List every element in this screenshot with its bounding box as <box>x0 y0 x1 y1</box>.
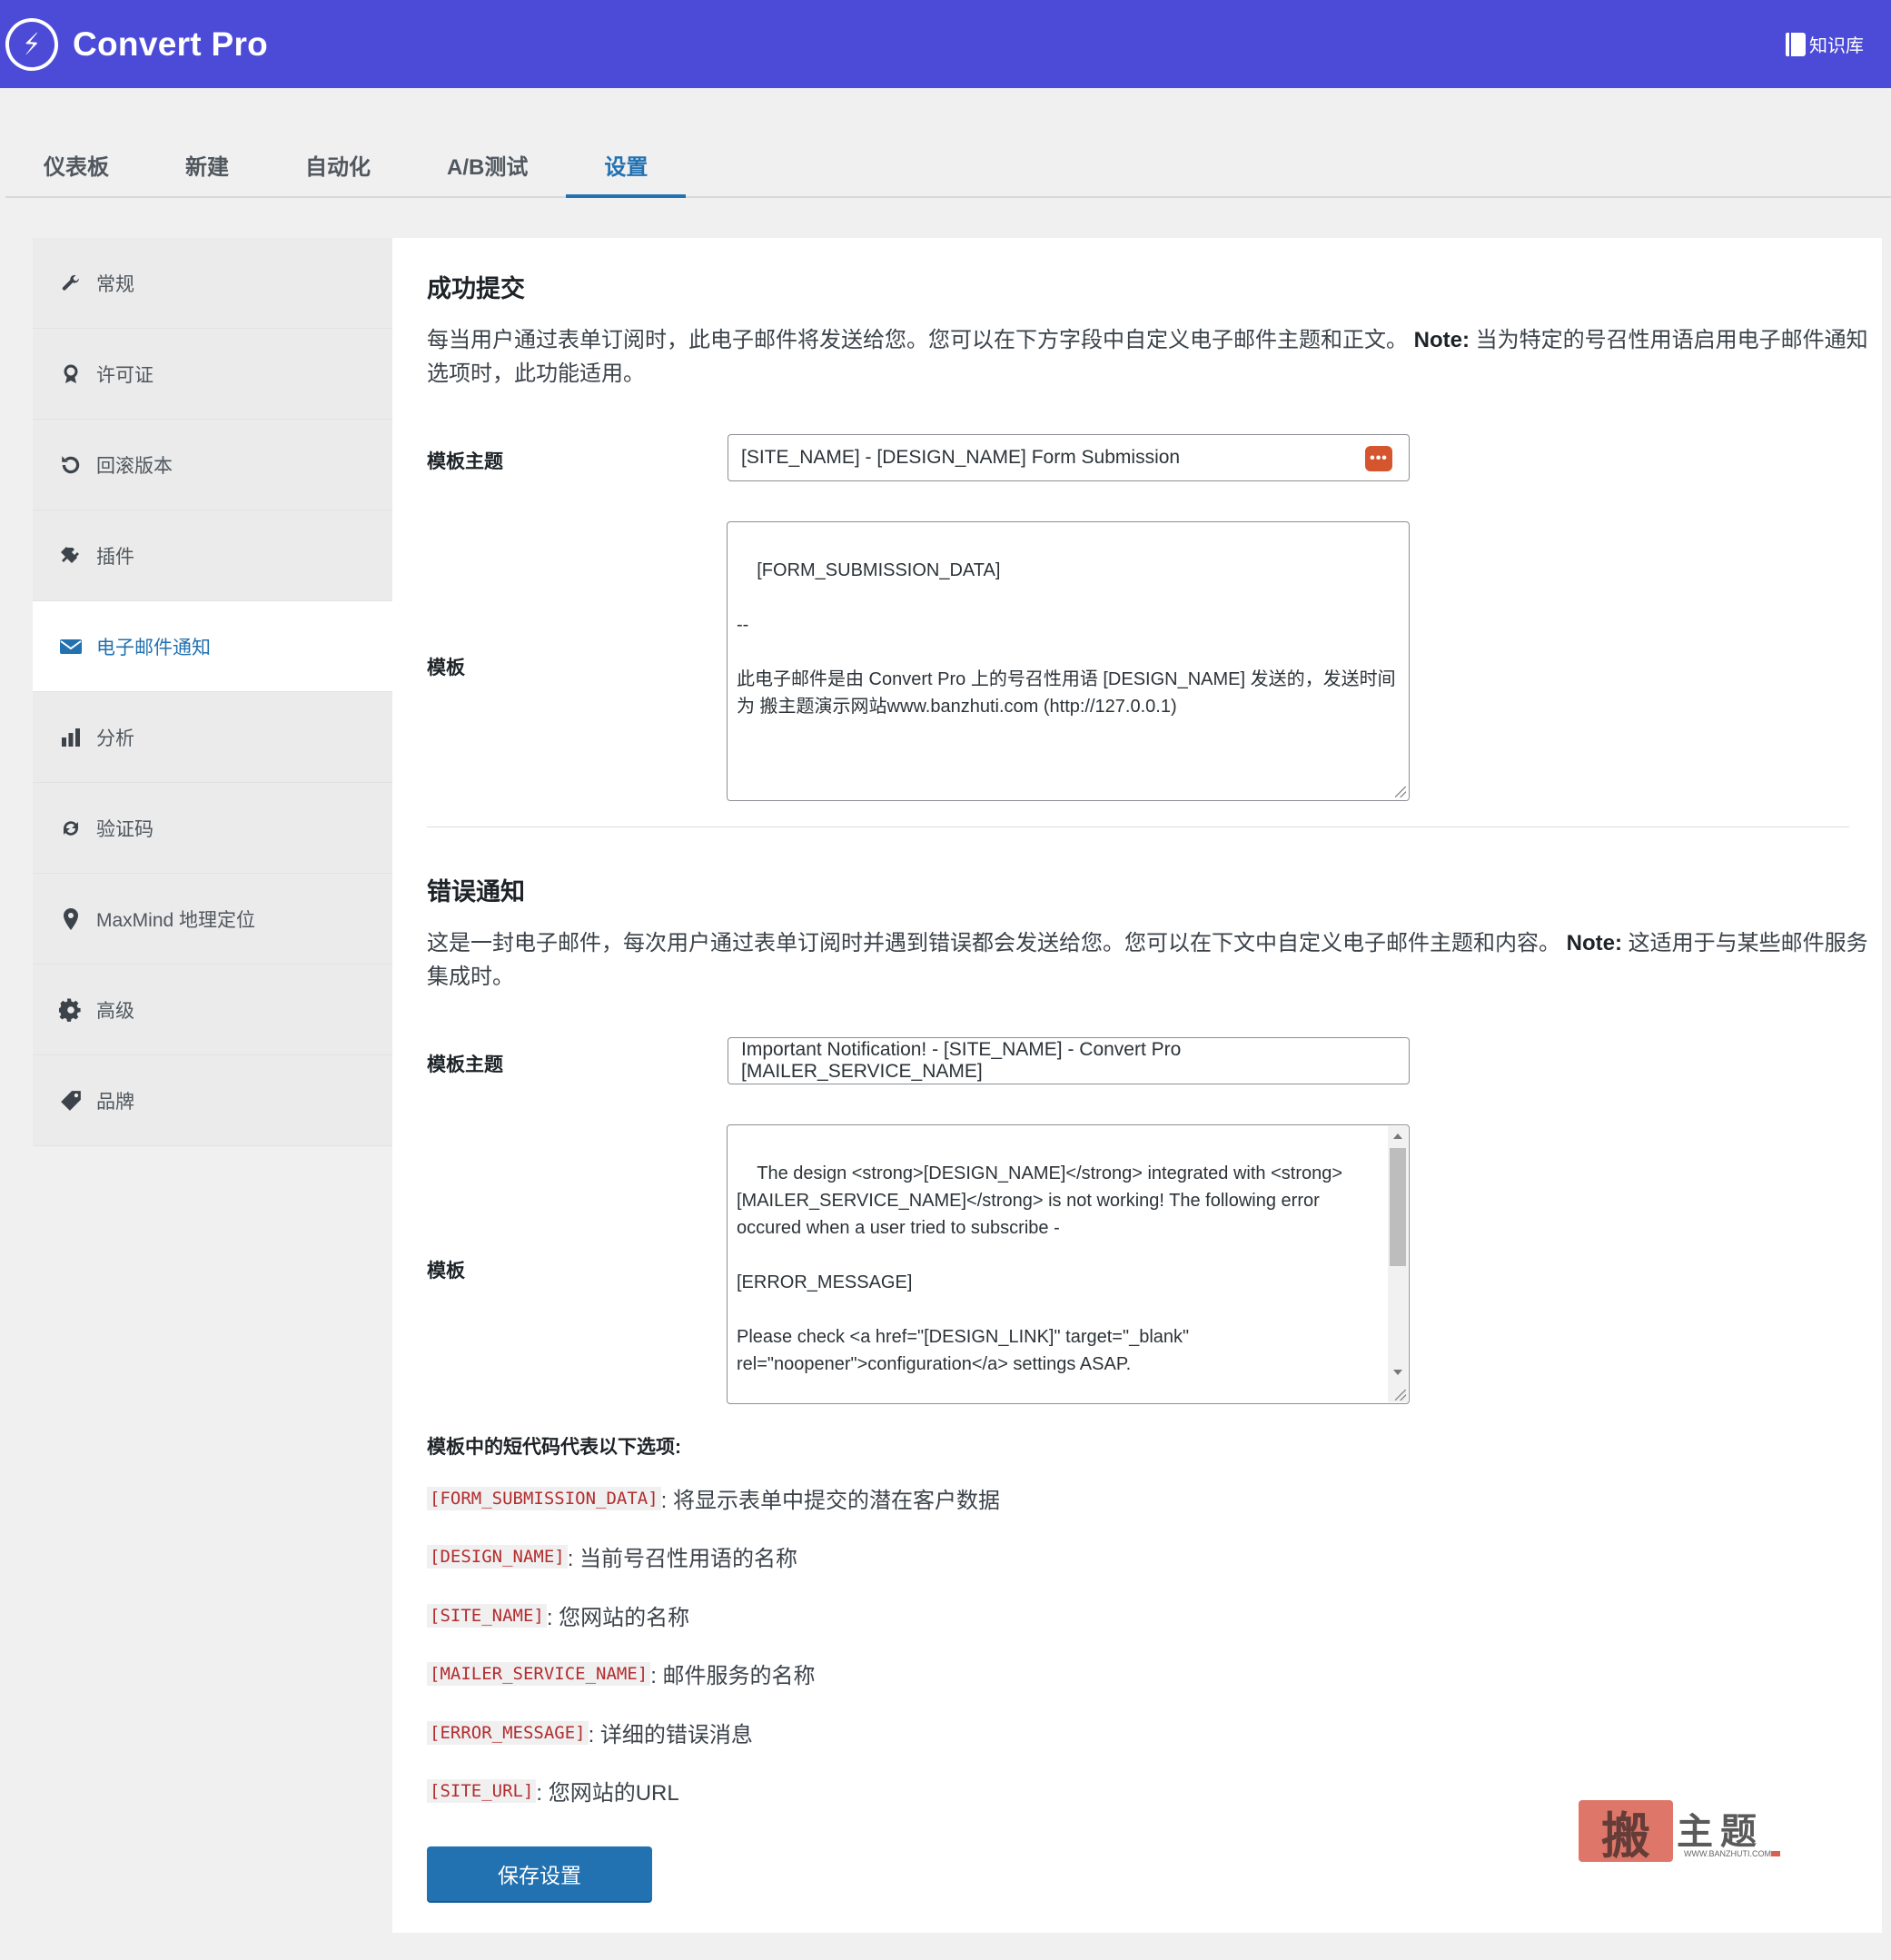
brand-name: Convert Pro <box>73 25 269 63</box>
success-subject-label: 模板主题 <box>427 451 503 472</box>
plug-icon <box>58 543 84 569</box>
shortcode-item: [SITE_URL] : 您网站的URL <box>427 1775 679 1807</box>
sidebar-item-label: 验证码 <box>96 818 153 840</box>
sidebar-item-label: 许可证 <box>96 364 153 386</box>
shortcode-desc: : 详细的错误消息 <box>588 1723 753 1747</box>
success-template-label: 模板 <box>427 658 465 678</box>
success-subject-input[interactable]: [SITE_NAME] - [DESIGN_NAME] Form Submiss… <box>728 434 1410 481</box>
sidebar-item-label: MaxMind 地理定位 <box>96 909 256 931</box>
sidebar-item-label: 插件 <box>96 546 134 568</box>
error-note-label: Note: <box>1566 931 1622 955</box>
watermark-logo: 搬 主题 WWW.BANZHUTI.COM <box>1579 1800 1792 1865</box>
sidebar-item-label: 电子邮件通知 <box>96 637 211 658</box>
sidebar-item-branding[interactable]: 品牌 <box>33 1055 392 1146</box>
shortcode-desc: : 您网站的名称 <box>546 1606 690 1630</box>
success-subject-value: [SITE_NAME] - [DESIGN_NAME] Form Submiss… <box>741 447 1181 468</box>
scroll-down-arrow-icon[interactable] <box>1393 1370 1402 1375</box>
brand[interactable]: ⚡ Convert Pro <box>1 13 269 75</box>
wrench-icon <box>58 271 84 296</box>
scrollbar-thumb[interactable] <box>1390 1148 1406 1266</box>
sidebar-item-analytics[interactable]: 分析 <box>33 692 392 783</box>
sidebar-item-label: 常规 <box>96 273 134 295</box>
shortcode-code: [SITE_URL] <box>427 1778 537 1803</box>
award-icon <box>58 361 84 387</box>
resize-handle-icon[interactable] <box>1395 787 1406 797</box>
knowledge-base-label: 知识库 <box>1809 36 1864 56</box>
textarea-scrollbar[interactable] <box>1388 1126 1408 1402</box>
success-template-value: [FORM_SUBMISSION_DATA] -- 此电子邮件是由 Conver… <box>737 560 1396 717</box>
error-template-textarea[interactable]: The design <strong>[DESIGN_NAME]</strong… <box>727 1124 1410 1404</box>
sidebar-item-label: 分析 <box>96 728 134 749</box>
tab-automation[interactable]: 自动化 <box>267 136 409 198</box>
shortcode-code: [FORM_SUBMISSION_DATA] <box>427 1486 661 1510</box>
save-settings-button[interactable]: 保存设置 <box>427 1846 652 1901</box>
shortcode-code: [ERROR_MESSAGE] <box>427 1720 589 1745</box>
shortcode-desc: : 邮件服务的名称 <box>650 1664 816 1688</box>
email-icon <box>58 634 84 659</box>
shortcode-item: [FORM_SUBMISSION_DATA] : 将显示表单中提交的潜在客户数据 <box>427 1482 1000 1514</box>
sidebar-item-email-notifications[interactable]: 电子邮件通知 <box>33 601 392 692</box>
shortcode-item: [MAILER_SERVICE_NAME] : 邮件服务的名称 <box>427 1658 816 1689</box>
success-section-title: 成功提交 <box>427 275 525 302</box>
shortcode-item: [ERROR_MESSAGE] : 详细的错误消息 <box>427 1717 753 1748</box>
location-pin-icon <box>58 906 84 932</box>
error-description: 这是一封电子邮件，每次用户通过表单订阅时并遇到错误都会发送给您。您可以在下文中自… <box>427 926 1871 994</box>
convert-pro-logo-icon: ⚡ <box>1 13 63 75</box>
error-template-value: The design <strong>[DESIGN_NAME]</strong… <box>737 1163 1343 1374</box>
sidebar-item-captcha[interactable]: 验证码 <box>33 783 392 874</box>
success-desc-text: 每当用户通过表单订阅时，此电子邮件将发送给您。您可以在下方字段中自定义电子邮件主… <box>427 328 1414 352</box>
tag-icon <box>58 1088 84 1114</box>
watermark-seal: 搬 <box>1579 1800 1673 1865</box>
tab-ab-test[interactable]: A/B测试 <box>409 136 566 198</box>
shortcode-desc: : 当前号召性用语的名称 <box>567 1547 798 1571</box>
settings-sidebar: 常规 许可证 回滚版本 插件 电子邮件通知 分析 验证码 MaxMind 地理定… <box>33 238 392 1146</box>
sidebar-item-general[interactable]: 常规 <box>33 238 392 329</box>
sidebar-item-label: 高级 <box>96 1000 134 1022</box>
shortcode-desc: : 将显示表单中提交的潜在客户数据 <box>660 1489 1001 1513</box>
bar-chart-icon <box>58 725 84 750</box>
tab-new[interactable]: 新建 <box>147 136 267 198</box>
shortcode-item: [SITE_NAME] : 您网站的名称 <box>427 1599 689 1631</box>
top-bar: ⚡ Convert Pro 知识库 <box>0 0 1891 88</box>
book-icon <box>1786 32 1806 56</box>
error-subject-label: 模板主题 <box>427 1054 503 1075</box>
sidebar-item-label: 品牌 <box>96 1091 134 1113</box>
shortcode-code: [SITE_NAME] <box>427 1603 547 1628</box>
watermark-url: WWW.BANZHUTI.COM <box>1684 1849 1771 1858</box>
shortcodes-title: 模板中的短代码代表以下选项: <box>427 1437 681 1458</box>
main-tabs: 仪表板 新建 自动化 A/B测试 设置 <box>5 136 1891 198</box>
tab-settings[interactable]: 设置 <box>566 136 687 198</box>
shortcode-item: [DESIGN_NAME] : 当前号召性用语的名称 <box>427 1540 797 1572</box>
shortcode-code: [DESIGN_NAME] <box>427 1544 568 1569</box>
sidebar-item-license[interactable]: 许可证 <box>33 329 392 420</box>
tab-dashboard[interactable]: 仪表板 <box>5 136 147 198</box>
settings-panel: 成功提交 每当用户通过表单订阅时，此电子邮件将发送给您。您可以在下方字段中自定义… <box>392 238 1882 1933</box>
sidebar-item-rollback[interactable]: 回滚版本 <box>33 420 392 510</box>
error-template-label: 模板 <box>427 1261 465 1282</box>
undo-icon <box>58 452 84 478</box>
success-description: 每当用户通过表单订阅时，此电子邮件将发送给您。您可以在下方字段中自定义电子邮件主… <box>427 323 1871 391</box>
more-options-icon[interactable]: ••• <box>1365 446 1392 471</box>
sidebar-item-advanced[interactable]: 高级 <box>33 965 392 1055</box>
shortcode-desc: : 您网站的URL <box>536 1781 679 1806</box>
error-subject-input[interactable]: Important Notification! - [SITE_NAME] - … <box>728 1037 1410 1084</box>
success-note-label: Note: <box>1413 328 1470 352</box>
gear-icon <box>58 997 84 1023</box>
error-section-title: 错误通知 <box>427 878 525 906</box>
watermark-accent-bar <box>1771 1851 1780 1856</box>
watermark-text: 主题 <box>1677 1810 1764 1853</box>
sidebar-item-maxmind[interactable]: MaxMind 地理定位 <box>33 874 392 965</box>
error-desc-text: 这是一封电子邮件，每次用户通过表单订阅时并遇到错误都会发送给您。您可以在下文中自… <box>427 931 1567 955</box>
knowledge-base-link[interactable]: 知识库 <box>1786 31 1864 57</box>
resize-handle-icon[interactable] <box>1395 1390 1406 1401</box>
shortcode-code: [MAILER_SERVICE_NAME] <box>427 1661 651 1686</box>
error-subject-value: Important Notification! - [SITE_NAME] - … <box>741 1039 1182 1082</box>
refresh-icon <box>58 816 84 841</box>
success-template-textarea[interactable]: [FORM_SUBMISSION_DATA] -- 此电子邮件是由 Conver… <box>727 521 1410 801</box>
sidebar-item-addons[interactable]: 插件 <box>33 510 392 601</box>
scroll-up-arrow-icon[interactable] <box>1393 1133 1402 1139</box>
sidebar-item-label: 回滚版本 <box>96 455 173 477</box>
